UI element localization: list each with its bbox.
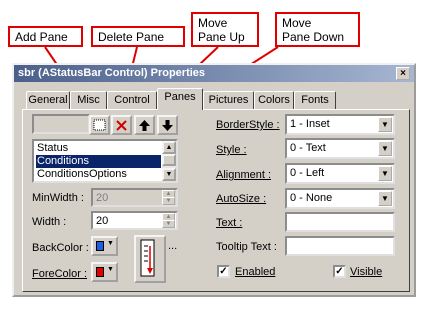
callout-move-pane-up: Move Pane Up [191,12,259,47]
tab-panes[interactable]: Panes [157,88,203,110]
callout-add-pane: Add Pane [8,26,83,47]
callout-move-up-line1: Move [198,16,228,30]
text-label-text: Text : [216,217,243,229]
add-pane-button[interactable] [89,115,110,135]
statusbar-pane-icon [140,239,155,277]
spin-down-icon: ▼ [165,198,172,204]
scroll-down-button[interactable]: ▼ [162,168,176,181]
alignment-label: Alignment : [216,168,271,182]
enabled-checkbox[interactable]: ✓ [217,265,230,278]
move-pane-down-button[interactable] [157,115,178,135]
autosize-label-text: AutoSize : [216,193,267,205]
close-icon: × [400,68,406,79]
style-label: Style : [216,143,247,157]
checkmark-icon: ✓ [219,266,228,277]
window-title: sbr (AStatusBar Control) Properties [18,67,206,79]
pane-name-field[interactable] [32,114,90,134]
delete-pane-button[interactable] [111,115,132,135]
tab-misc[interactable]: Misc [70,91,107,109]
move-pane-up-button[interactable] [134,115,155,135]
enabled-label[interactable]: Enabled [235,265,275,279]
list-item[interactable]: ConditionsOptions [36,168,161,181]
enabled-label-text: Enabled [235,266,276,278]
tooltip-input[interactable] [285,236,395,256]
style-value: 0 - Text [290,142,326,154]
alignment-label-text: Alignment : [216,169,272,181]
tab-colors[interactable]: Colors [254,91,294,109]
fore-color-label-text: ForeColor : [32,268,88,280]
spin-down-icon: ▼ [165,221,172,227]
width-field[interactable]: 20 ▲ ▼ [91,211,178,230]
autosize-value: 0 - None [290,192,333,204]
arrow-up-icon [139,120,150,131]
scroll-thumb[interactable] [162,154,176,166]
scroll-up-icon: ▲ [165,144,173,151]
fore-color-label: ForeColor : [32,267,87,281]
width-value: 20 [96,215,109,227]
scroll-down-icon: ▼ [165,171,173,178]
chevron-down-icon[interactable]: ▼ [378,141,392,156]
callout-delete-pane-text: Delete Pane [98,30,165,44]
min-width-spin-down[interactable]: ▼ [162,197,175,205]
text-label: Text : [216,216,242,230]
tab-control[interactable]: Control [107,91,157,109]
picture-browse-button[interactable]: ... [168,240,177,252]
chevron-down-icon[interactable]: ▼ [378,117,392,132]
width-label: Width : [32,216,67,228]
scroll-up-button[interactable]: ▲ [162,141,176,154]
list-item-selected[interactable]: Conditions [36,155,161,168]
visible-checkbox[interactable]: ✓ [333,265,346,278]
alignment-value: 0 - Left [290,167,325,179]
border-style-label: BorderStyle : [216,118,280,132]
chevron-down-icon: ▼ [107,240,114,247]
back-color-picker[interactable]: ▼ [91,236,118,256]
callout-move-up-line2: Pane Up [198,30,245,44]
style-select[interactable]: 0 - Text ▼ [285,138,395,159]
callout-move-pane-down: Move Pane Down [275,12,360,47]
callout-add-pane-text: Add Pane [15,30,68,44]
tooltip-label: Tooltip Text : [216,241,277,253]
chevron-down-icon: ▼ [107,266,114,273]
tab-pictures[interactable]: Pictures [203,91,254,109]
list-scrollbar[interactable]: ▲ ▼ [162,141,176,181]
checkmark-icon: ✓ [335,266,344,277]
fore-color-swatch [96,267,104,277]
picture-button[interactable] [134,235,166,283]
visible-label-text: Visible [350,266,383,278]
close-button[interactable]: × [396,67,410,80]
min-width-value: 20 [96,192,109,204]
autosize-select[interactable]: 0 - None ▼ [285,188,395,209]
arrow-down-icon [162,120,173,131]
callout-move-down-line2: Pane Down [282,30,345,44]
min-width-field[interactable]: 20 ▲ ▼ [91,188,178,207]
callout-delete-pane: Delete Pane [91,26,185,47]
chevron-down-icon[interactable]: ▼ [378,166,392,181]
border-style-select[interactable]: 1 - Inset ▼ [285,114,395,135]
visible-label[interactable]: Visible [350,265,382,279]
border-style-label-text: BorderStyle : [216,119,280,131]
autosize-label: AutoSize : [216,192,266,206]
tab-fonts[interactable]: Fonts [294,91,336,109]
fore-color-picker[interactable]: ▼ [91,262,118,282]
add-pane-icon [93,119,106,131]
text-input[interactable] [285,212,395,232]
callout-move-down-line1: Move [282,16,312,30]
chevron-down-icon[interactable]: ▼ [378,191,392,206]
back-color-label: BackColor : [32,242,89,254]
min-width-label: MinWidth : [32,192,84,204]
style-label-text: Style : [216,144,247,156]
pane-list[interactable]: Status Conditions ConditionsOptions ▲ ▼ [32,139,178,183]
width-spin-down[interactable]: ▼ [162,220,175,228]
delete-pane-icon [116,120,127,131]
border-style-value: 1 - Inset [290,118,330,130]
back-color-swatch [96,241,104,251]
tab-general[interactable]: General [26,91,70,109]
alignment-select[interactable]: 0 - Left ▼ [285,163,395,184]
list-item[interactable]: Status [36,142,161,155]
